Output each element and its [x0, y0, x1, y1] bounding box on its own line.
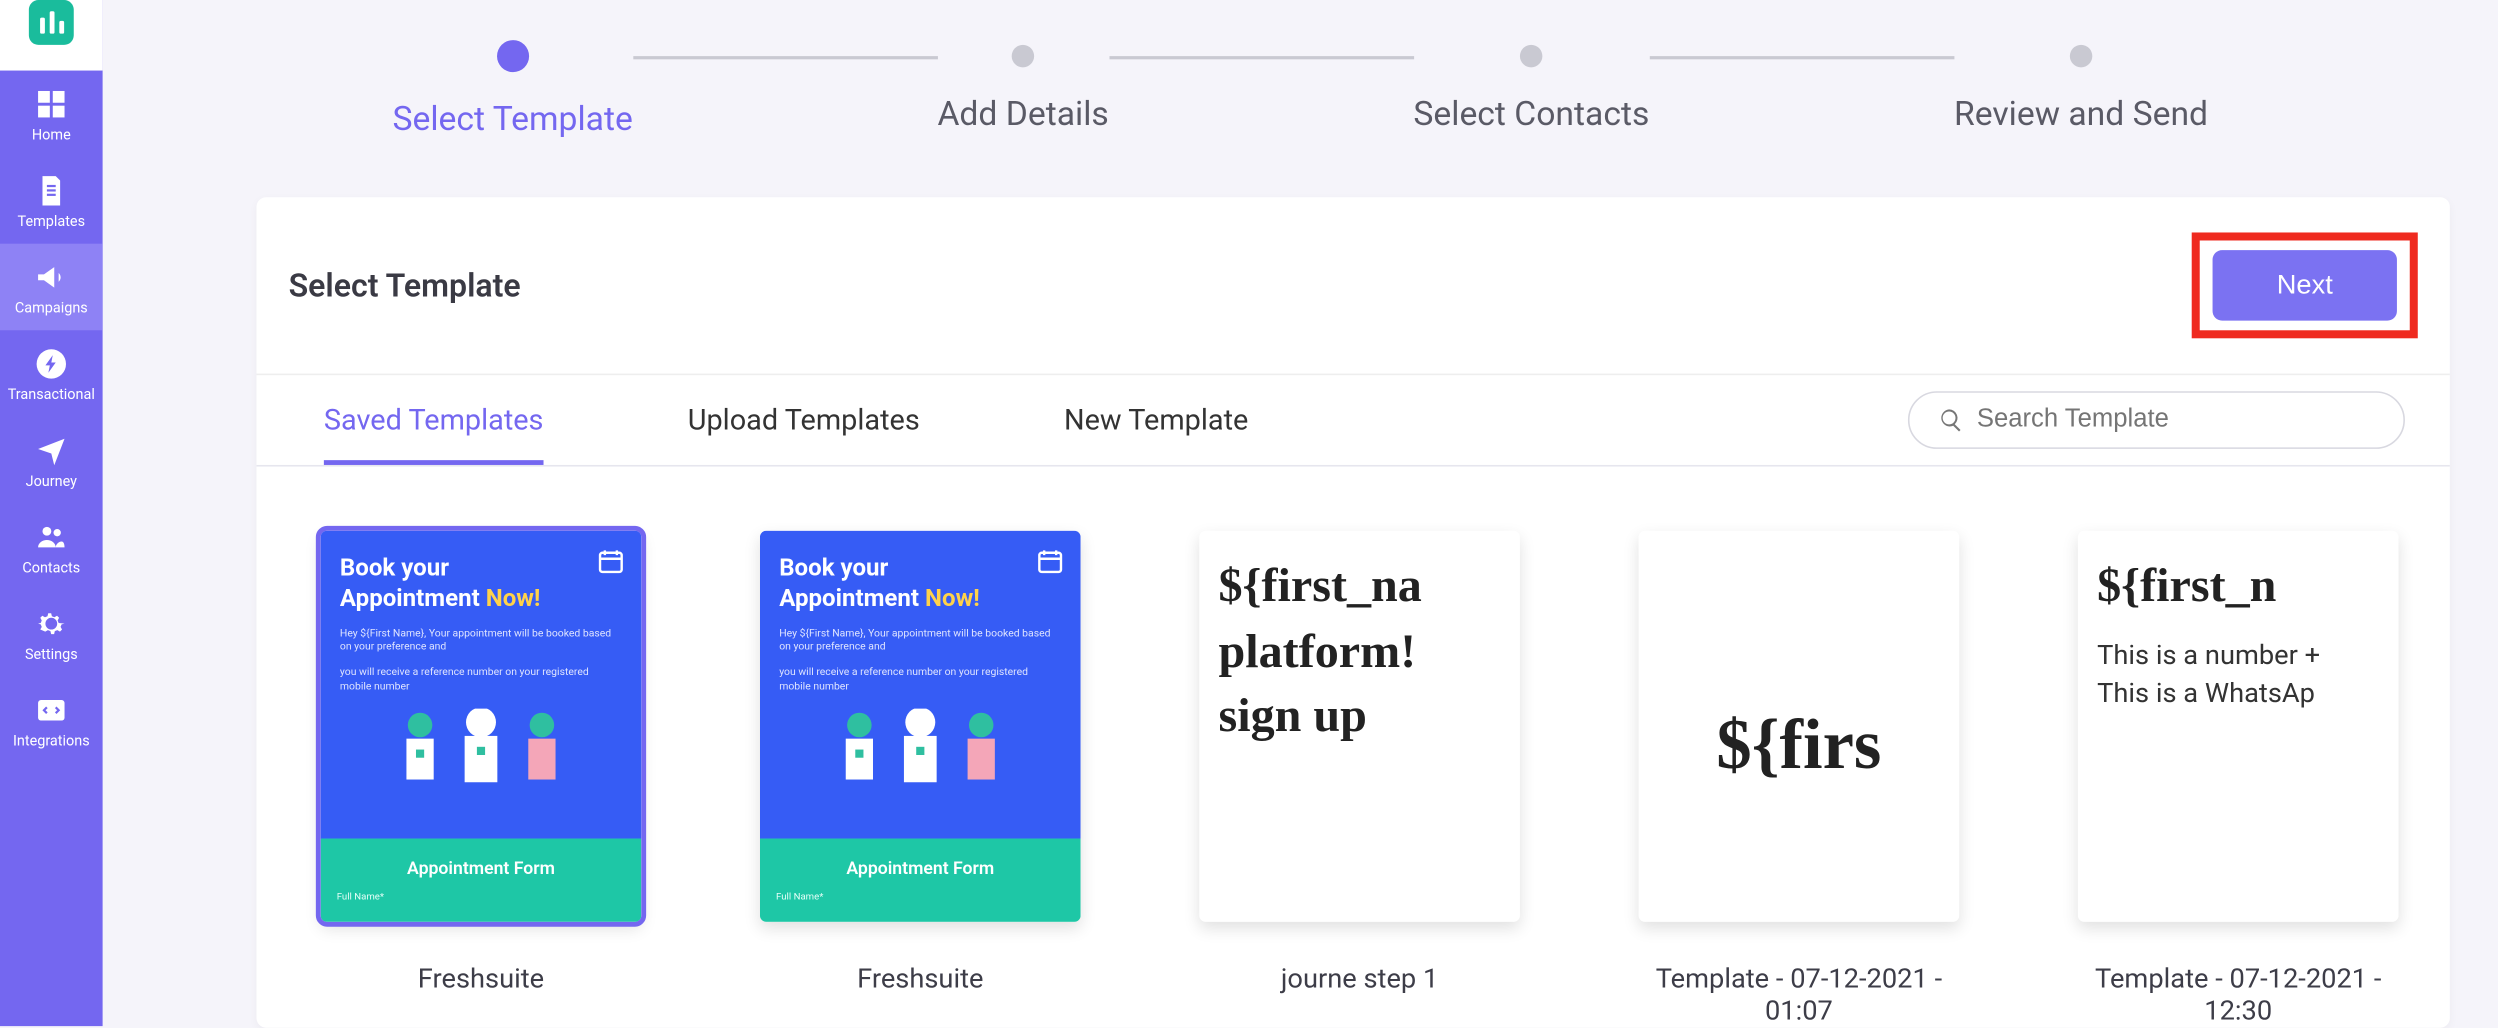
thumb-text: This is a WhatsAp — [2097, 677, 2379, 714]
calendar-icon — [1036, 547, 1065, 576]
document-icon — [34, 173, 69, 208]
template-name: journe step 1 — [1281, 964, 1438, 996]
thumb-heading: Book your — [340, 553, 449, 582]
thumb-footer-sub: Full Name* — [337, 891, 384, 902]
users-icon — [34, 519, 69, 554]
template-card[interactable]: Book yourAppointment Now! Hey ${First Na… — [321, 531, 642, 1028]
stepper: Select Template Add Details Select Conta… — [103, 0, 2498, 139]
template-thumb: Book yourAppointment Now! Hey ${First Na… — [760, 531, 1081, 922]
grid-icon — [34, 87, 69, 122]
template-thumb: ${firs — [1639, 531, 1960, 922]
nav-label: Home — [32, 128, 71, 144]
nav-label: Templates — [18, 215, 86, 231]
step-select-contacts[interactable]: Select Contacts — [1413, 45, 1649, 135]
template-name: Template - 07-12-2021 - 01:07 — [1639, 964, 1960, 1028]
step-label: Select Template — [392, 101, 632, 139]
thumb-heading: Book your — [779, 553, 888, 582]
nav-transactional[interactable]: Transactional — [0, 330, 103, 417]
nav-home[interactable]: Home — [0, 71, 103, 158]
thumb-text: platform! — [1219, 624, 1501, 679]
thumb-text: ${first_na — [1219, 560, 1501, 615]
thumb-footer-title: Appointment Form — [846, 858, 994, 879]
nav-label: Contacts — [22, 561, 80, 577]
step-dot-icon — [497, 40, 529, 72]
step-dot-icon — [1012, 45, 1034, 67]
thumb-heading: Appointment — [340, 583, 486, 612]
thumb-text: ${first_n — [2097, 560, 2379, 615]
code-icon — [34, 693, 69, 728]
template-card[interactable]: ${firs Template - 07-12-2021 - 01:07 — [1639, 531, 1960, 1028]
nav-label: Journey — [26, 475, 77, 491]
template-card[interactable]: ${first_na platform! sign up journe step… — [1199, 531, 1520, 1028]
nav-settings[interactable]: Settings — [0, 590, 103, 677]
nav-contacts[interactable]: Contacts — [0, 503, 103, 590]
thumb-text: sign up — [1219, 689, 1501, 744]
template-card[interactable]: ${first_n This is a number + This is a W… — [2078, 531, 2399, 1028]
tab-new-template[interactable]: New Template — [1064, 375, 1248, 465]
thumb-heading-accent: Now! — [925, 583, 980, 612]
main: Select Template Add Details Select Conta… — [103, 0, 2498, 1026]
thumb-text: ${firs — [1716, 703, 1881, 785]
megaphone-icon — [34, 260, 69, 295]
tabs: Saved Templates Upload Templates New Tem… — [301, 375, 1248, 465]
template-name: Template - 07-12-2021 - 12:30 — [2078, 964, 2399, 1028]
next-highlight: Next — [2192, 232, 2418, 338]
search-template[interactable] — [1908, 391, 2405, 449]
calendar-icon — [596, 547, 625, 576]
step-label: Add Details — [937, 96, 1108, 134]
tab-saved-templates[interactable]: Saved Templates — [324, 375, 544, 465]
send-icon — [34, 433, 69, 468]
logo[interactable] — [0, 0, 103, 71]
step-line — [1109, 56, 1414, 59]
template-thumb: ${first_na platform! sign up — [1199, 531, 1520, 922]
thumb-footer-title: Appointment Form — [407, 858, 555, 879]
search-icon — [1938, 407, 1964, 433]
step-dot-icon — [2070, 45, 2092, 67]
nav-label: Transactional — [8, 388, 95, 404]
thumb-heading-accent: Now! — [486, 583, 541, 612]
tab-upload-templates[interactable]: Upload Templates — [688, 375, 920, 465]
nav-campaigns[interactable]: Campaigns — [0, 244, 103, 331]
illustration — [779, 709, 1061, 791]
thumb-sub: you will receive a reference number on y… — [779, 666, 1061, 693]
card: Select Template Next Saved Templates Upl… — [257, 197, 2450, 1028]
step-label: Review and Send — [1954, 96, 2208, 134]
nav-templates[interactable]: Templates — [0, 157, 103, 244]
template-thumb: Book yourAppointment Now! Hey ${First Na… — [321, 531, 642, 922]
step-line — [1649, 56, 1954, 59]
template-grid: Book yourAppointment Now! Hey ${First Na… — [257, 467, 2450, 1028]
step-add-details[interactable]: Add Details — [937, 45, 1108, 135]
template-thumb: ${first_n This is a number + This is a W… — [2078, 531, 2399, 922]
card-title: Select Template — [289, 266, 521, 304]
step-review-and-send[interactable]: Review and Send — [1954, 45, 2208, 135]
nav-label: Campaigns — [15, 301, 88, 317]
step-label: Select Contacts — [1413, 96, 1649, 134]
template-name: Freshsuite — [418, 964, 544, 996]
thumb-sub: you will receive a reference number on y… — [340, 666, 622, 693]
template-name: Freshsuite — [857, 964, 983, 996]
sidebar: Home Templates Campaigns Transactional J… — [0, 0, 103, 1026]
nav-journey[interactable]: Journey — [0, 417, 103, 504]
search-input[interactable] — [1977, 406, 2375, 435]
nav-integrations[interactable]: Integrations — [0, 677, 103, 764]
thumb-heading: Appointment — [779, 583, 925, 612]
step-line — [633, 56, 938, 59]
thumb-footer-sub: Full Name* — [776, 891, 823, 902]
thumb-sub: Hey ${First Name}, Your appointment will… — [340, 626, 622, 653]
template-card[interactable]: Book yourAppointment Now! Hey ${First Na… — [760, 531, 1081, 1028]
gear-icon — [34, 606, 69, 641]
thumb-text: This is a number + — [2097, 637, 2379, 674]
thumb-sub: Hey ${First Name}, Your appointment will… — [779, 626, 1061, 653]
bolt-icon — [34, 346, 69, 381]
step-dot-icon — [1520, 45, 1542, 67]
nav-label: Settings — [25, 648, 78, 664]
next-button[interactable]: Next — [2213, 250, 2397, 321]
nav-label: Integrations — [13, 734, 90, 750]
step-select-template[interactable]: Select Template — [392, 45, 632, 140]
illustration — [340, 709, 622, 791]
